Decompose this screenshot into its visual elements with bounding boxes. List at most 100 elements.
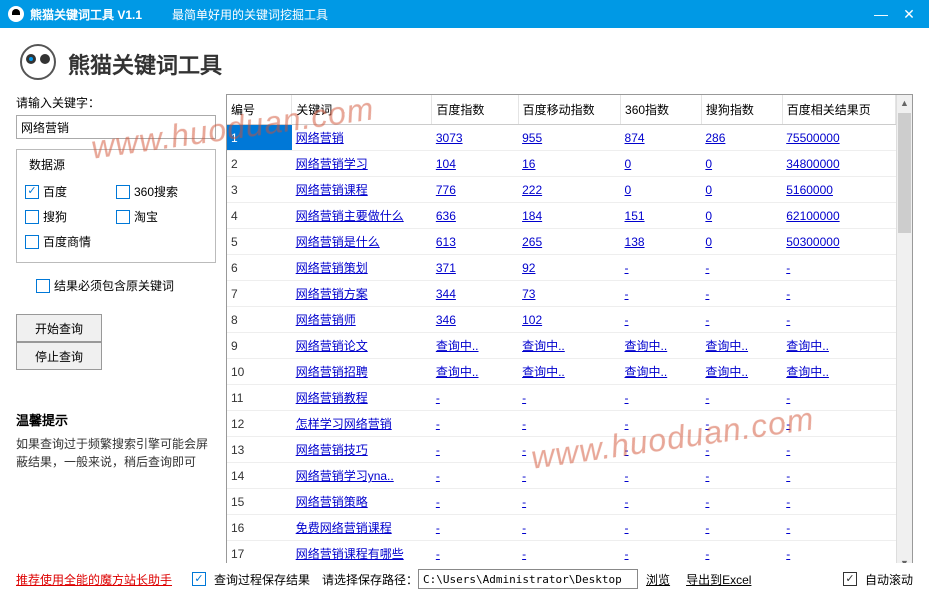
cell-link[interactable]: - [432,411,518,437]
cell-link[interactable]: 查询中.. [432,359,518,385]
cell-link[interactable]: 网络营销学习 [292,151,432,177]
cell-link[interactable]: 查询中.. [782,359,895,385]
cell-link[interactable]: 网络营销主要做什么 [292,203,432,229]
column-header[interactable]: 关键词 [292,95,432,125]
cell-link[interactable]: 0 [701,229,782,255]
cell-link[interactable]: 网络营销策略 [292,489,432,515]
cell-link[interactable]: - [621,281,702,307]
cell-link[interactable]: - [701,489,782,515]
table-row[interactable]: 15网络营销策略----- [227,489,896,515]
cell-link[interactable]: - [518,385,620,411]
cell-link[interactable]: - [782,385,895,411]
cell-link[interactable]: 查询中.. [432,333,518,359]
cell-link[interactable]: - [432,463,518,489]
cell-link[interactable]: - [701,385,782,411]
cell-link[interactable]: 0 [621,177,702,203]
cell-link[interactable]: - [518,515,620,541]
cell-link[interactable]: - [432,437,518,463]
cell-link[interactable]: 查询中.. [621,333,702,359]
browse-link[interactable]: 浏览 [646,571,670,588]
cell-link[interactable]: 查询中.. [518,333,620,359]
table-row[interactable]: 8网络营销师346102--- [227,307,896,333]
scroll-up-icon[interactable]: ▲ [897,95,912,111]
cell-link[interactable]: 184 [518,203,620,229]
cell-link[interactable]: - [621,255,702,281]
scrollbar-thumb[interactable] [898,113,911,233]
cell-link[interactable]: 286 [701,125,782,151]
cell-link[interactable]: 0 [621,151,702,177]
cell-link[interactable]: - [782,281,895,307]
cell-link[interactable]: - [621,515,702,541]
cell-link[interactable]: 查询中.. [782,333,895,359]
scrollbar[interactable]: ▲ ▼ [896,95,912,571]
cell-link[interactable]: - [701,307,782,333]
cell-link[interactable]: - [701,255,782,281]
start-button[interactable]: 开始查询 [16,314,102,342]
cell-link[interactable]: 网络营销技巧 [292,437,432,463]
cell-link[interactable]: 网络营销招聘 [292,359,432,385]
cell-link[interactable]: - [701,437,782,463]
cell-link[interactable]: 73 [518,281,620,307]
cell-link[interactable]: 874 [621,125,702,151]
cell-link[interactable]: 网络营销教程 [292,385,432,411]
cell-link[interactable]: 613 [432,229,518,255]
cell-link[interactable]: - [782,411,895,437]
cell-link[interactable]: - [782,463,895,489]
column-header[interactable]: 百度移动指数 [518,95,620,125]
table-row[interactable]: 3网络营销课程776222005160000 [227,177,896,203]
table-row[interactable]: 2网络营销学习104160034800000 [227,151,896,177]
table-row[interactable]: 10网络营销招聘查询中..查询中..查询中..查询中..查询中.. [227,359,896,385]
column-header[interactable]: 搜狗指数 [701,95,782,125]
source-baidu[interactable]: ✓百度 [25,179,116,204]
table-row[interactable]: 9网络营销论文查询中..查询中..查询中..查询中..查询中.. [227,333,896,359]
column-header[interactable]: 百度指数 [432,95,518,125]
column-header[interactable]: 编号 [227,95,292,125]
cell-link[interactable]: 34800000 [782,151,895,177]
cell-link[interactable]: - [518,437,620,463]
include-keyword-check[interactable]: ✓ 结果必须包含原关键词 [36,277,214,294]
cell-link[interactable]: 网络营销师 [292,307,432,333]
checkbox-checked-icon[interactable]: ✓ [843,572,857,586]
cell-link[interactable]: 776 [432,177,518,203]
cell-link[interactable]: - [782,255,895,281]
cell-link[interactable]: - [621,463,702,489]
table-row[interactable]: 5网络营销是什么613265138050300000 [227,229,896,255]
cell-link[interactable]: - [621,307,702,333]
table-row[interactable]: 13网络营销技巧----- [227,437,896,463]
cell-link[interactable]: - [518,411,620,437]
cell-link[interactable]: - [782,515,895,541]
cell-link[interactable]: 75500000 [782,125,895,151]
cell-link[interactable]: - [701,281,782,307]
cell-link[interactable]: - [782,489,895,515]
table-row[interactable]: 11网络营销教程----- [227,385,896,411]
cell-link[interactable]: 0 [701,177,782,203]
cell-link[interactable]: 371 [432,255,518,281]
cell-link[interactable]: 92 [518,255,620,281]
column-header[interactable]: 百度相关结果页 [782,95,895,125]
cell-link[interactable]: 222 [518,177,620,203]
cell-link[interactable]: 955 [518,125,620,151]
cell-link[interactable]: 网络营销 [292,125,432,151]
table-row[interactable]: 4网络营销主要做什么636184151062100000 [227,203,896,229]
checkbox-checked-icon[interactable]: ✓ [192,572,206,586]
source-360[interactable]: ✓360搜索 [116,179,207,204]
stop-button[interactable]: 停止查询 [16,342,102,370]
cell-link[interactable]: 网络营销学习yna.. [292,463,432,489]
cell-link[interactable]: 102 [518,307,620,333]
cell-link[interactable]: 344 [432,281,518,307]
cell-link[interactable]: - [701,411,782,437]
source-sogou[interactable]: ✓搜狗 [25,204,116,229]
promo-link[interactable]: 推荐使用全能的魔方站长助手 [16,571,172,588]
cell-link[interactable]: 网络营销方案 [292,281,432,307]
cell-link[interactable]: 636 [432,203,518,229]
cell-link[interactable]: 5160000 [782,177,895,203]
cell-link[interactable]: 网络营销是什么 [292,229,432,255]
cell-link[interactable]: 查询中.. [621,359,702,385]
cell-link[interactable]: 查询中.. [701,359,782,385]
cell-link[interactable]: - [621,437,702,463]
cell-link[interactable]: - [432,515,518,541]
column-header[interactable]: 360指数 [621,95,702,125]
cell-link[interactable]: - [518,489,620,515]
cell-link[interactable]: 网络营销策划 [292,255,432,281]
cell-link[interactable]: - [782,437,895,463]
